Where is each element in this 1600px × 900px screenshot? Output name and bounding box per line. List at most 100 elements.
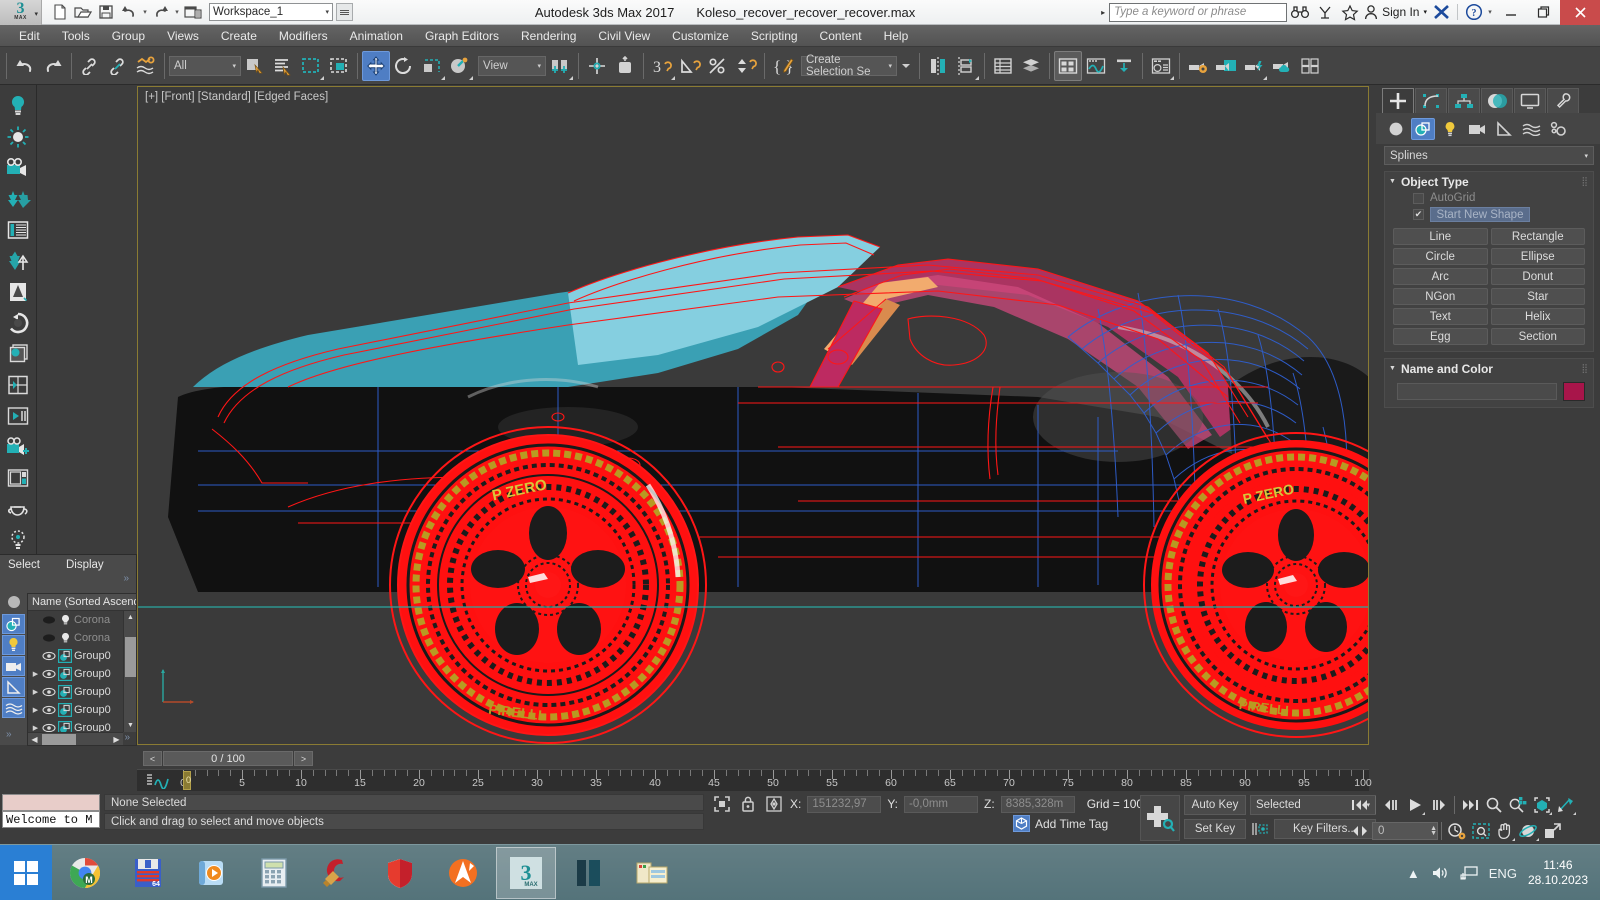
select-and-move-icon[interactable] bbox=[362, 51, 390, 81]
angle-snap-toggle-icon[interactable] bbox=[676, 51, 704, 81]
start-button[interactable] bbox=[0, 845, 52, 900]
mirror-icon[interactable] bbox=[924, 51, 952, 81]
select-and-rotate-icon[interactable] bbox=[390, 51, 418, 81]
selection-filter-dropdown[interactable]: All ▾ bbox=[169, 56, 241, 76]
scene-explorer-collapse-icon[interactable]: » bbox=[124, 732, 130, 743]
taskbar-media-player-icon[interactable] bbox=[181, 847, 241, 899]
object-color-swatch[interactable] bbox=[1563, 382, 1585, 401]
next-frame-arrow[interactable]: > bbox=[294, 751, 313, 766]
taskbar-3dsmax-icon[interactable]: 3MAX bbox=[496, 847, 556, 899]
open-mini-curve-editor-button[interactable] bbox=[145, 773, 171, 789]
key-filters-icon[interactable] bbox=[1250, 819, 1272, 839]
rect-selection-region-icon[interactable] bbox=[297, 51, 325, 81]
visible-eye-icon[interactable] bbox=[42, 649, 56, 663]
compass-icon[interactable] bbox=[1312, 0, 1337, 25]
maxscript-mini-listener-input[interactable]: Welcome to M bbox=[2, 811, 100, 828]
table-row[interactable]: ▶ Group0 bbox=[28, 701, 136, 719]
y-coordinate-input[interactable]: -0,0mm bbox=[904, 796, 978, 813]
menu-item-scripting[interactable]: Scripting bbox=[740, 25, 809, 47]
orbit-icon[interactable] bbox=[1517, 819, 1541, 843]
menu-item-help[interactable]: Help bbox=[873, 25, 920, 47]
table-row[interactable]: Group0 bbox=[28, 647, 136, 665]
zoom-extents-icon[interactable] bbox=[1530, 793, 1554, 817]
egg-button[interactable]: Egg bbox=[1393, 328, 1488, 345]
text-button[interactable]: Text bbox=[1393, 308, 1488, 325]
scene-explorer-more-filters-icon[interactable]: » bbox=[6, 729, 12, 740]
viewport-label[interactable]: [+] [Front] [Standard] [Edged Faces] bbox=[145, 91, 328, 103]
scroll-left-arrow-icon[interactable]: ◀ bbox=[28, 733, 41, 746]
play-animation-icon[interactable] bbox=[1403, 793, 1427, 817]
star-button[interactable]: Star bbox=[1491, 288, 1586, 305]
rendered-frame-window-icon[interactable] bbox=[1212, 51, 1240, 81]
filter-cameras-icon[interactable] bbox=[2, 656, 25, 676]
table-row[interactable]: Corona bbox=[28, 611, 136, 629]
percent-snap-toggle-icon[interactable] bbox=[704, 51, 732, 81]
section-button[interactable]: Section bbox=[1491, 328, 1586, 345]
use-pivot-point-center-icon[interactable] bbox=[546, 51, 574, 81]
scene-explorer-menu-display[interactable]: Display bbox=[66, 559, 104, 571]
corona-light-material-icon[interactable] bbox=[3, 526, 34, 555]
hierarchy-tab[interactable] bbox=[1448, 88, 1480, 113]
scene-explorer-horizontal-scrollbar[interactable]: ◀ ▶ bbox=[28, 732, 123, 745]
help-icon[interactable]: ? bbox=[1461, 0, 1486, 25]
scene-explorer-vertical-scrollbar[interactable]: ▲ ▼ bbox=[123, 611, 136, 732]
menu-item-create[interactable]: Create bbox=[210, 25, 268, 47]
corona-camera-icon[interactable] bbox=[3, 153, 34, 182]
select-by-name-icon[interactable] bbox=[269, 51, 297, 81]
search-input[interactable]: Type a keyword or phrase bbox=[1109, 3, 1287, 22]
selection-lock-icon[interactable] bbox=[738, 794, 758, 814]
start-new-shape-row[interactable]: ✔ Start New Shape bbox=[1385, 205, 1593, 225]
corona-displacement-icon[interactable] bbox=[3, 277, 34, 306]
viewport-front[interactable]: [+] [Front] [Standard] [Edged Faces] bbox=[137, 86, 1369, 745]
maximize-viewport-toggle-icon[interactable] bbox=[1541, 819, 1565, 843]
named-selection-arrow-icon[interactable] bbox=[897, 51, 915, 81]
select-object-icon[interactable] bbox=[241, 51, 269, 81]
cameras-icon[interactable] bbox=[1465, 118, 1489, 140]
menu-item-modifiers[interactable]: Modifiers bbox=[268, 25, 339, 47]
taskbar-explorer-icon[interactable] bbox=[622, 847, 682, 899]
expand-arrow-icon[interactable]: ▶ bbox=[31, 706, 40, 714]
visible-eye-icon[interactable] bbox=[42, 667, 56, 681]
previous-frame-icon[interactable] bbox=[1379, 793, 1403, 817]
taskbar-stereo-icon[interactable] bbox=[559, 847, 619, 899]
material-editor-icon[interactable] bbox=[1147, 51, 1175, 81]
object-type-rollout-header[interactable]: ▼ Object Type ⣿ bbox=[1385, 172, 1593, 191]
open-asset-tracking-icon[interactable] bbox=[1296, 51, 1324, 81]
undo-icon[interactable] bbox=[118, 2, 140, 23]
star-icon[interactable] bbox=[1337, 0, 1362, 25]
scroll-up-arrow-icon[interactable]: ▲ bbox=[124, 611, 137, 624]
language-indicator[interactable]: ENG bbox=[1489, 866, 1517, 881]
ref-coord-system-dropdown[interactable]: View ▾ bbox=[478, 56, 546, 76]
clock[interactable]: 11:46 28.10.2023 bbox=[1528, 858, 1594, 888]
modify-tab[interactable] bbox=[1415, 88, 1447, 113]
key-mode-toggle-icon[interactable] bbox=[1348, 819, 1372, 843]
layer-explorer-icon[interactable] bbox=[989, 51, 1017, 81]
render-setup-icon[interactable] bbox=[1184, 51, 1212, 81]
aut ogrid-checkbox[interactable] bbox=[1413, 193, 1424, 204]
autogrid-row[interactable]: AutoGrid bbox=[1385, 191, 1593, 205]
corona-teapot-test-icon[interactable] bbox=[3, 495, 34, 524]
filter-space-warps-icon[interactable] bbox=[2, 698, 25, 718]
time-configuration-icon[interactable] bbox=[1445, 819, 1469, 843]
name-and-color-rollout-header[interactable]: ▼ Name and Color ⣿ bbox=[1385, 359, 1593, 378]
corona-proxy-icon[interactable] bbox=[3, 184, 34, 213]
current-frame-input[interactable]: 0 ▲▼ bbox=[1372, 822, 1438, 840]
align-icon[interactable] bbox=[952, 51, 980, 81]
workspace-menu-button[interactable] bbox=[336, 3, 353, 21]
geometry-icon[interactable] bbox=[1384, 118, 1408, 140]
hidden-eye-icon[interactable] bbox=[42, 613, 56, 627]
time-cursor[interactable]: 0 bbox=[183, 771, 191, 790]
menu-item-customize[interactable]: Customize bbox=[661, 25, 740, 47]
object-name-input[interactable] bbox=[1397, 383, 1557, 400]
restore-button[interactable] bbox=[1527, 0, 1560, 25]
window-crossing-toggle-icon[interactable] bbox=[325, 51, 353, 81]
arc-button[interactable]: Arc bbox=[1393, 268, 1488, 285]
workspace-selector[interactable]: Workspace_1 ▾ bbox=[209, 3, 333, 21]
taskbar-defender-icon[interactable] bbox=[370, 847, 430, 899]
menu-item-content[interactable]: Content bbox=[809, 25, 873, 47]
filter-geometry-icon[interactable] bbox=[2, 614, 25, 634]
open-file-icon[interactable] bbox=[72, 2, 94, 23]
auto-key-button[interactable]: Auto Key bbox=[1184, 795, 1246, 815]
filter-helpers-icon[interactable] bbox=[2, 677, 25, 697]
start-new-shape-checkbox[interactable]: ✔ bbox=[1413, 209, 1424, 220]
